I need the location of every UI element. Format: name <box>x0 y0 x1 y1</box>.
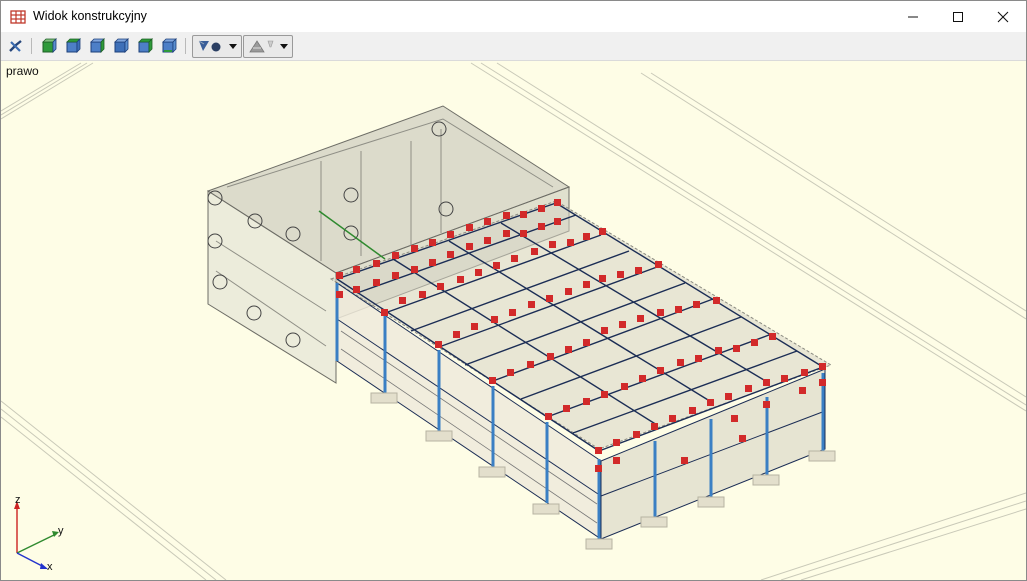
view-cube-front-button[interactable] <box>40 37 58 55</box>
minimize-button[interactable] <box>890 1 936 32</box>
cube-bottom-icon <box>162 38 177 53</box>
structure-model-canvas[interactable]: z y x <box>1 61 1026 580</box>
steel-hall <box>329 200 836 550</box>
minimize-icon <box>908 16 918 17</box>
close-button[interactable] <box>980 1 1026 32</box>
view-cube-side-button[interactable] <box>88 37 106 55</box>
view-toolbar <box>1 32 1026 61</box>
view-cube-iso-button[interactable] <box>136 37 154 55</box>
view-cube-back-button[interactable] <box>112 37 130 55</box>
lighting-icon <box>249 40 274 53</box>
structural-view-window: Widok konstrukcyjny z y x prawo <box>0 0 1027 581</box>
cube-back-icon <box>114 38 129 53</box>
toolbar-separator <box>31 38 32 54</box>
cube-front-icon <box>42 38 57 53</box>
axis-label-z: z <box>15 494 21 506</box>
window-title: Widok konstrukcyjny <box>33 9 147 23</box>
chevron-down-icon <box>229 44 237 49</box>
cube-top-icon <box>66 38 81 53</box>
maximize-button[interactable] <box>935 1 981 32</box>
3d-viewport[interactable]: z y x <box>1 61 1026 580</box>
axis-triad <box>14 501 59 569</box>
axis-label-y: y <box>58 525 64 537</box>
close-icon <box>997 11 1009 22</box>
view-cube-bottom-button[interactable] <box>160 37 178 55</box>
cube-side-icon <box>90 38 105 53</box>
cube-iso-icon <box>138 38 153 53</box>
render-mode-dropdown[interactable] <box>192 35 242 58</box>
chevron-down-icon <box>280 44 288 49</box>
axis-label-x: x <box>47 561 53 573</box>
toolbar-separator <box>185 38 186 54</box>
title-bar[interactable]: Widok konstrukcyjny <box>1 1 1026 32</box>
view-direction-button[interactable] <box>7 37 25 55</box>
structure-grid-icon <box>10 10 26 24</box>
view-cube-top-button[interactable] <box>64 37 82 55</box>
display-options-dropdown[interactable] <box>243 35 293 58</box>
view-direction-label: prawo <box>6 64 39 78</box>
maximize-icon <box>953 11 963 22</box>
axis-direction-icon <box>9 40 22 52</box>
render-solid-icon <box>198 40 221 52</box>
